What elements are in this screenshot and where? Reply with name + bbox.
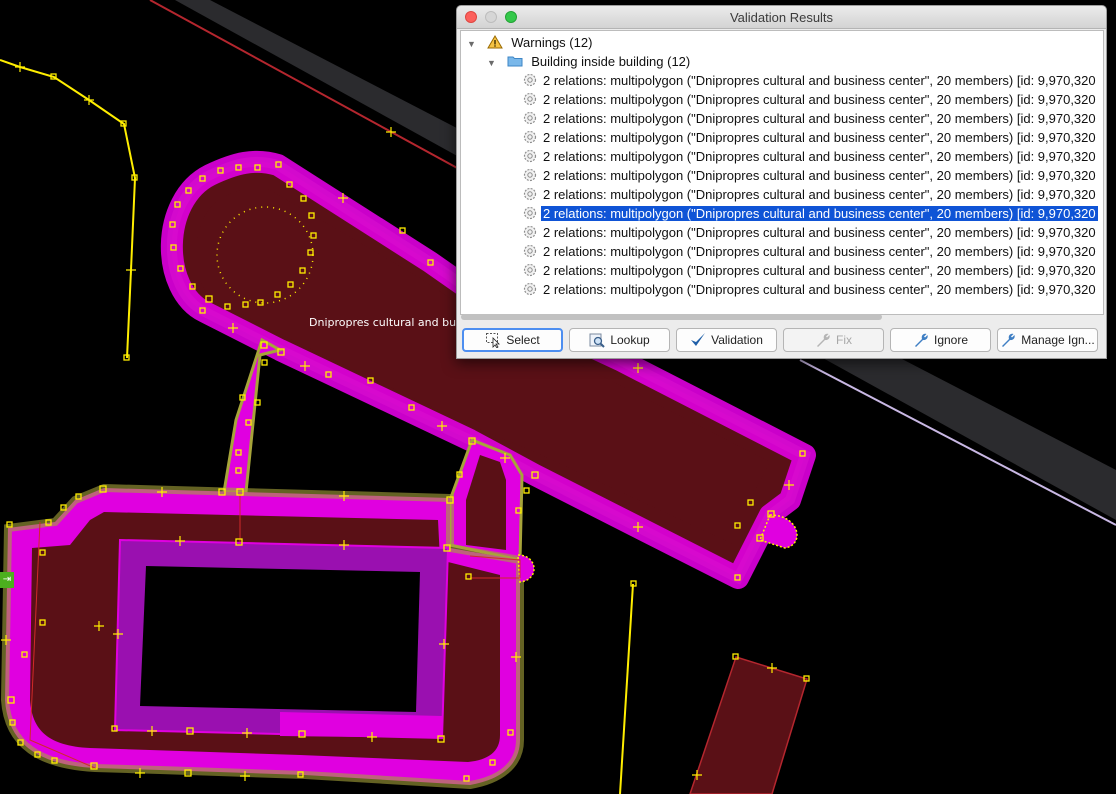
tree-item-warning[interactable]: 2 relations: multipolygon ("Dnipropres c…: [522, 71, 1098, 90]
building-bottom-right: [689, 656, 808, 794]
gear-icon: [523, 282, 537, 296]
tree-item-label: 2 relations: multipolygon ("Dnipropres c…: [543, 130, 1096, 145]
fix-button[interactable]: Fix: [783, 328, 884, 352]
gear-icon: [523, 111, 537, 125]
ignore-button[interactable]: Ignore: [890, 328, 991, 352]
validation-label: Validation: [711, 333, 763, 347]
tree-node-label: Building inside building (12): [531, 54, 691, 69]
tree-item-warning[interactable]: 2 relations: multipolygon ("Dnipropres c…: [522, 128, 1098, 147]
tree-item-label: 2 relations: multipolygon ("Dnipropres c…: [543, 92, 1096, 107]
title-bar[interactable]: Validation Results: [457, 6, 1106, 29]
gear-icon: [523, 168, 537, 182]
folder-icon: [507, 56, 523, 67]
tree-item-label: 2 relations: multipolygon ("Dnipropres c…: [543, 263, 1096, 278]
wrench-icon: [914, 333, 928, 347]
tree-item-warning[interactable]: 2 relations: multipolygon ("Dnipropres c…: [522, 280, 1098, 299]
warning-triangle-icon: [486, 35, 503, 49]
tree-item-warning[interactable]: 2 relations: multipolygon ("Dnipropres c…: [522, 223, 1098, 242]
tree-item-label: 2 relations: multipolygon ("Dnipropres c…: [543, 168, 1096, 183]
manage-ignore-button[interactable]: Manage Ign...: [997, 328, 1098, 352]
tree-item-warning[interactable]: 2 relations: multipolygon ("Dnipropres c…: [522, 204, 1098, 223]
tree-item-label: 2 relations: multipolygon ("Dnipropres c…: [543, 187, 1096, 202]
fix-label: Fix: [836, 333, 852, 347]
tree-node-group[interactable]: ▼ Building inside building (12): [487, 52, 692, 71]
tree-item-warning[interactable]: 2 relations: multipolygon ("Dnipropres c…: [522, 185, 1098, 204]
gear-icon: [523, 73, 537, 87]
tree-node-label: Warnings (12): [511, 35, 593, 50]
expand-toggle-icon[interactable]: ▼: [487, 54, 497, 73]
tree-item-label: 2 relations: multipolygon ("Dnipropres c…: [543, 73, 1096, 88]
tree-item-warning[interactable]: 2 relations: multipolygon ("Dnipropres c…: [522, 109, 1098, 128]
tree-item-label: 2 relations: multipolygon ("Dnipropres c…: [543, 111, 1096, 126]
gear-icon: [523, 187, 537, 201]
yellow-way-left: [0, 59, 137, 359]
gear-icon: [523, 263, 537, 277]
checkmark-icon: [691, 333, 706, 346]
select-label: Select: [506, 333, 540, 347]
window-title: Validation Results: [729, 10, 834, 25]
select-button[interactable]: Select: [462, 328, 563, 352]
tree-item-label: 2 relations: multipolygon ("Dnipropres c…: [543, 225, 1096, 240]
tree-item-label: 2 relations: multipolygon ("Dnipropres c…: [543, 149, 1096, 164]
horizontal-scrollbar[interactable]: [461, 314, 882, 320]
wrench-icon: [817, 333, 830, 347]
courtyard-hole: [140, 566, 420, 712]
tree-node-warnings[interactable]: ▼ Warnings (12): [467, 33, 594, 52]
gear-icon: [523, 149, 537, 163]
manage-ignore-label: Manage Ign...: [1021, 333, 1095, 347]
gear-icon: [523, 92, 537, 106]
map-feature-label: Dnipropres cultural and business center: [309, 316, 457, 329]
validation-tree[interactable]: ▼ Warnings (12) ▼ Building inside buildi…: [460, 30, 1104, 315]
map-edge-marker[interactable]: ⇥: [0, 572, 14, 588]
select-cursor-icon: [486, 333, 501, 348]
tree-item-label: 2 relations: multipolygon ("Dnipropres c…: [543, 282, 1096, 297]
wrench-icon: [1002, 333, 1015, 347]
building-leg-left: [222, 337, 285, 494]
white-road-edge: [799, 359, 1116, 526]
validation-results-window: Validation Results ▼ Warnings (12) ▼ Bui…: [456, 5, 1107, 359]
tree-item-label: 2 relations: multipolygon ("Dnipropres c…: [543, 244, 1096, 259]
validation-button[interactable]: Validation: [676, 328, 777, 352]
gear-icon: [523, 130, 537, 144]
gear-icon: [523, 225, 537, 239]
tree-item-warning[interactable]: 2 relations: multipolygon ("Dnipropres c…: [522, 261, 1098, 280]
tree-item-warning[interactable]: 2 relations: multipolygon ("Dnipropres c…: [522, 147, 1098, 166]
magnifier-icon: [589, 333, 606, 348]
bright-strip: [280, 712, 442, 738]
gear-icon: [523, 206, 537, 220]
tree-item-warning[interactable]: 2 relations: multipolygon ("Dnipropres c…: [522, 166, 1098, 185]
yellow-way-bottom: [619, 583, 634, 794]
lookup-label: Lookup: [610, 333, 650, 347]
tree-item-warning[interactable]: 2 relations: multipolygon ("Dnipropres c…: [522, 242, 1098, 261]
tree-item-warning[interactable]: 2 relations: multipolygon ("Dnipropres c…: [522, 90, 1098, 109]
expand-toggle-icon[interactable]: ▼: [467, 35, 477, 54]
lookup-button[interactable]: Lookup: [569, 328, 670, 352]
tree-item-label: 2 relations: multipolygon ("Dnipropres c…: [541, 206, 1098, 221]
red-road-edge: [149, 0, 471, 176]
gear-icon: [523, 244, 537, 258]
ignore-label: Ignore: [933, 333, 969, 347]
